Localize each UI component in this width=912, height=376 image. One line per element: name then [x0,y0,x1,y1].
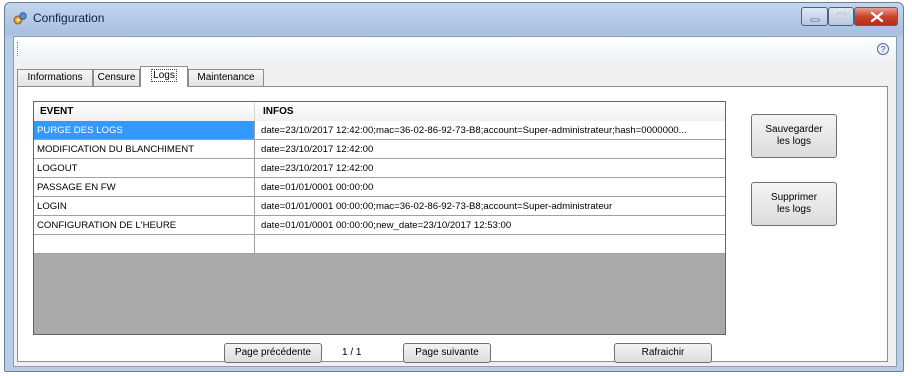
event-cell[interactable]: LOGOUT [34,159,255,178]
maximize-icon [836,12,847,22]
table-row[interactable]: PASSAGE EN FW date=01/01/0001 00:00:00 [34,178,725,197]
column-header-event[interactable]: EVENT [34,102,255,121]
save-logs-label: Sauvegarder les logs [765,124,823,147]
minimize-icon [810,18,820,22]
previous-page-button[interactable]: Page précédente [224,343,322,363]
refresh-button[interactable]: Rafraichir [614,343,712,363]
column-header-infos[interactable]: INFOS [255,102,725,121]
table-row[interactable] [34,235,725,254]
logs-tab-page: EVENT INFOS PURGE DES LOGS date=23/10/201… [17,86,888,363]
infos-cell[interactable]: date=01/01/0001 00:00:00 [255,178,725,197]
tab-label: Maintenance [197,72,255,83]
tab-label: Logs [151,69,177,82]
table-row[interactable]: PURGE DES LOGS date=23/10/2017 12:42:00;m… [34,121,725,140]
table-row[interactable]: LOGIN date=01/01/0001 00:00:00;mac=36-02-… [34,197,725,216]
maximize-button[interactable] [828,7,854,26]
table-row[interactable]: LOGOUT date=23/10/2017 12:42:00 [34,159,725,178]
event-cell[interactable] [34,235,255,254]
delete-logs-button[interactable]: Supprimer les logs [751,182,837,226]
page-indicator: 1 / 1 [342,347,362,358]
logs-grid[interactable]: EVENT INFOS PURGE DES LOGS date=23/10/201… [33,101,726,335]
event-cell[interactable]: PASSAGE EN FW [34,178,255,197]
svg-text:?: ? [881,45,886,54]
configuration-window: Configuration ? Informations Censure Log… [4,2,904,372]
tab-label: Censure [97,72,136,83]
close-button[interactable] [854,7,898,26]
infos-cell[interactable]: date=23/10/2017 12:42:00 [255,140,725,159]
infos-cell[interactable]: date=01/01/0001 00:00:00;mac=36-02-86-92… [255,197,725,216]
toolstrip: ? [14,37,896,61]
delete-logs-label: Supprimer les logs [770,192,818,215]
event-cell[interactable]: PURGE DES LOGS [34,121,255,140]
help-icon[interactable]: ? [876,42,890,56]
minimize-button[interactable] [801,7,828,26]
title-bar[interactable]: Configuration [5,3,903,33]
close-icon [870,11,884,23]
infos-cell[interactable]: date=23/10/2017 12:42:00 [255,159,725,178]
toolstrip-grip[interactable] [17,42,20,56]
infos-cell[interactable]: date=01/01/0001 00:00:00;new_date=23/10/… [255,216,725,235]
client-area: ? Informations Censure Logs Maintenance … [13,36,897,367]
tab-label: Informations [27,72,83,83]
app-icon [13,12,27,25]
save-logs-button[interactable]: Sauvegarder les logs [751,114,837,158]
event-cell[interactable]: CONFIGURATION DE L'HEURE [34,216,255,235]
window-title: Configuration [33,11,105,25]
next-page-button[interactable]: Page suivante [403,343,491,363]
tab-maintenance[interactable]: Maintenance [188,69,264,86]
tab-censure[interactable]: Censure [93,69,140,86]
table-row[interactable]: MODIFICATION DU BLANCHIMENT date=23/10/20… [34,140,725,159]
table-row[interactable]: CONFIGURATION DE L'HEURE date=01/01/0001 … [34,216,725,235]
event-cell[interactable]: LOGIN [34,197,255,216]
tab-logs[interactable]: Logs [140,66,188,87]
infos-cell[interactable] [255,235,725,254]
event-cell[interactable]: MODIFICATION DU BLANCHIMENT [34,140,255,159]
tab-informations[interactable]: Informations [17,69,93,86]
grid-header: EVENT INFOS [34,102,725,122]
infos-cell[interactable]: date=23/10/2017 12:42:00;mac=36-02-86-92… [255,121,725,140]
